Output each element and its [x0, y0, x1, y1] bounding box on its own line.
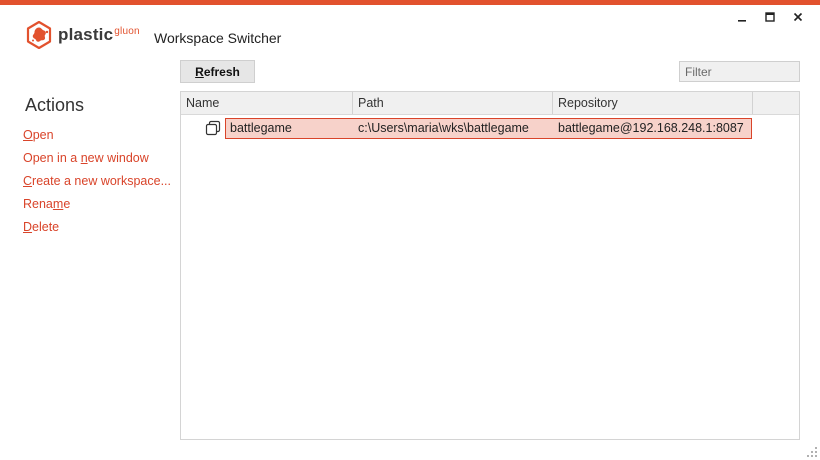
cell-name: battlegame [230, 121, 292, 135]
refresh-button[interactable]: Refresh [180, 60, 255, 83]
minimize-icon [738, 20, 746, 22]
plastic-logo-icon [26, 21, 52, 49]
table-row[interactable]: battlegame c:\Users\maria\wks\battlegame… [181, 115, 799, 139]
cell-path: c:\Users\maria\wks\battlegame [358, 121, 529, 135]
plastic-gluon-logo: plasticgluon [25, 21, 140, 49]
workspace-table: Name Path Repository battlegame c:\Users… [180, 91, 800, 440]
column-header-name[interactable]: Name [181, 92, 353, 114]
action-create-workspace[interactable]: Create a new workspace... [23, 174, 171, 197]
logo-text: plasticgluon [58, 25, 140, 44]
table-header: Name Path Repository [181, 92, 799, 115]
close-icon [793, 12, 803, 22]
maximize-button[interactable] [756, 8, 784, 26]
maximize-icon [765, 12, 775, 22]
logo-sup-text: gluon [114, 26, 140, 37]
top-accent-bar [0, 0, 820, 5]
column-header-repository[interactable]: Repository [553, 92, 753, 114]
resize-grip-icon[interactable] [806, 446, 818, 458]
actions-heading: Actions [25, 95, 85, 115]
window-controls [728, 8, 812, 26]
workspace-icon [205, 120, 221, 136]
column-header-path[interactable]: Path [353, 92, 553, 114]
actions-list: Open Open in a new window Create a new w… [23, 128, 171, 243]
filter-input[interactable] [679, 61, 800, 82]
window-title: Workspace Switcher [154, 30, 282, 46]
close-button[interactable] [784, 8, 812, 26]
cell-repository: battlegame@192.168.248.1:8087 [558, 121, 744, 135]
minimize-button[interactable] [728, 8, 756, 26]
action-open-new-window[interactable]: Open in a new window [23, 151, 171, 174]
action-delete[interactable]: Delete [23, 220, 171, 243]
action-rename[interactable]: Rename [23, 197, 171, 220]
action-open[interactable]: Open [23, 128, 171, 151]
